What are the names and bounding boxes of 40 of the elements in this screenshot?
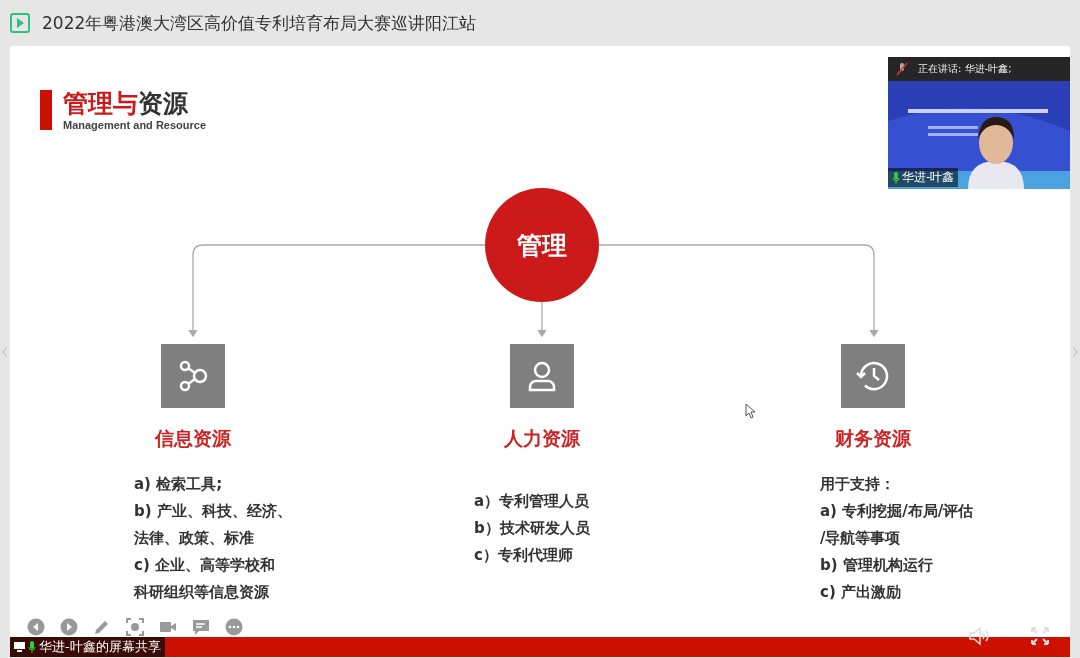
title-accent-bar	[40, 90, 52, 130]
branch-heading: 信息资源	[155, 426, 231, 451]
list-line: /导航等事项	[820, 528, 902, 549]
cursor-icon	[745, 403, 756, 419]
branch-heading: 人力资源	[504, 426, 580, 451]
center-node: 管理	[485, 188, 599, 302]
branch-heading: 财务资源	[835, 426, 911, 451]
participant-name: 华进-叶鑫	[902, 169, 955, 186]
list-line: c) 企业、高等学校和	[134, 555, 276, 576]
slide-title: 管理与资源	[63, 90, 189, 118]
mic-icon	[28, 641, 36, 653]
share-label-text: 华进-叶鑫的屏幕共享	[39, 638, 161, 656]
list-line: b) 产业、科技、经济、	[134, 501, 292, 522]
play-icon	[10, 13, 30, 33]
list-line: 法律、政策、标准	[134, 528, 255, 549]
list-line: a) 检索工具;	[134, 474, 224, 495]
comment-icon[interactable]	[192, 618, 210, 636]
previous-icon[interactable]	[27, 618, 45, 636]
person-icon	[527, 360, 557, 392]
list-line: c) 产出激励	[820, 582, 902, 603]
speaker-icon[interactable]	[968, 626, 990, 646]
list-line: 科研组织等信息资源	[134, 582, 270, 603]
more-icon[interactable]	[225, 618, 243, 636]
list-line: b) 管理机构运行	[820, 555, 934, 576]
list-line: c）专利代理师	[474, 545, 574, 566]
mic-icon	[892, 171, 900, 184]
slide-subtitle: Management and Resource	[63, 119, 207, 131]
speaking-status: 正在讲话: 华进-叶鑫;	[918, 62, 1012, 76]
focus-icon[interactable]	[126, 618, 144, 636]
next-icon[interactable]	[60, 618, 78, 636]
list-line: 用于支持：	[820, 474, 896, 495]
list-line: a）专利管理人员	[474, 491, 590, 512]
list-line: b）技术研发人员	[474, 518, 590, 539]
muted-mic-icon	[896, 62, 908, 76]
screen-icon	[14, 642, 25, 652]
list-line: a) 专利挖掘/布局/评估	[820, 501, 974, 522]
connector-arrow	[537, 301, 547, 338]
history-icon	[855, 359, 891, 393]
window-title: 2022年粤港澳大湾区高价值专利培育布局大赛巡讲阳江站	[42, 11, 477, 35]
fullscreen-icon[interactable]	[1030, 626, 1050, 646]
